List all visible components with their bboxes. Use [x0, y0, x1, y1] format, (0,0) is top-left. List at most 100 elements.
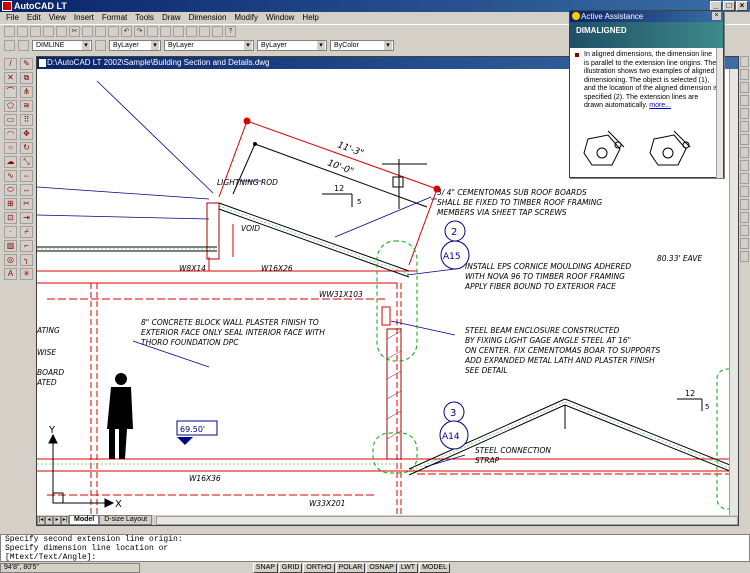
- tolerance-icon[interactable]: [740, 186, 749, 197]
- menu-edit[interactable]: Edit: [27, 12, 41, 24]
- paste-icon[interactable]: [95, 26, 106, 37]
- menu-insert[interactable]: Insert: [74, 12, 94, 24]
- fillet-icon[interactable]: ╮: [20, 254, 33, 266]
- menu-modify[interactable]: Modify: [234, 12, 258, 24]
- menu-help[interactable]: Help: [302, 12, 318, 24]
- layers-icon[interactable]: [4, 40, 15, 51]
- menu-draw[interactable]: Draw: [162, 12, 181, 24]
- menu-tools[interactable]: Tools: [135, 12, 154, 24]
- dim-linear-icon[interactable]: [740, 56, 749, 67]
- linetype-dropdown[interactable]: ByLayer: [164, 40, 254, 51]
- polar-toggle[interactable]: POLAR: [335, 563, 366, 573]
- tab-d-size-layout[interactable]: D-size Layout: [99, 515, 153, 525]
- plotstyle-dropdown[interactable]: ByColor: [330, 40, 394, 51]
- ellipse-icon[interactable]: ⬭: [4, 184, 17, 196]
- tab-last-icon[interactable]: ▸|: [61, 515, 69, 525]
- mtext-icon[interactable]: A: [4, 268, 17, 280]
- properties-icon[interactable]: [199, 26, 210, 37]
- menu-format[interactable]: Format: [102, 12, 127, 24]
- grid-toggle[interactable]: GRID: [278, 563, 303, 573]
- close-icon[interactable]: ×: [736, 1, 748, 11]
- menu-file[interactable]: File: [6, 12, 19, 24]
- hatch-icon[interactable]: ▨: [4, 240, 17, 252]
- assist-scrollbar[interactable]: [716, 48, 723, 178]
- horizontal-scrollbar[interactable]: [156, 515, 738, 525]
- osnap-toggle[interactable]: OSNAP: [366, 563, 397, 573]
- move-icon[interactable]: ✥: [20, 128, 33, 140]
- menu-view[interactable]: View: [49, 12, 66, 24]
- lineweight-dropdown[interactable]: ByLayer: [257, 40, 327, 51]
- dim-continue-icon[interactable]: [740, 160, 749, 171]
- tab-next-icon[interactable]: ▸: [53, 515, 61, 525]
- rectangle-icon[interactable]: ▭: [4, 114, 17, 126]
- dim-update-icon[interactable]: [740, 238, 749, 249]
- command-line[interactable]: Specify second extension line origin: Sp…: [0, 534, 750, 562]
- make-block-icon[interactable]: ⊡: [4, 212, 17, 224]
- rotate-icon[interactable]: ↻: [20, 142, 33, 154]
- dim-ordinate-icon[interactable]: [740, 82, 749, 93]
- dim-baseline-icon[interactable]: [740, 147, 749, 158]
- print-icon[interactable]: [43, 26, 54, 37]
- tab-first-icon[interactable]: |◂: [37, 515, 45, 525]
- layer-dropdown[interactable]: DIMLINE: [32, 40, 92, 51]
- color-dropdown[interactable]: ByLayer: [109, 40, 161, 51]
- make-object-layer-current-icon[interactable]: [18, 40, 29, 51]
- open-icon[interactable]: [17, 26, 28, 37]
- dim-edit-icon[interactable]: [740, 212, 749, 223]
- undo-icon[interactable]: ↶: [121, 26, 132, 37]
- scale-icon[interactable]: ⤡: [20, 156, 33, 168]
- layer-previous-icon[interactable]: [95, 40, 106, 51]
- menu-dimension[interactable]: Dimension: [189, 12, 227, 24]
- match-properties-icon[interactable]: [108, 26, 119, 37]
- model-toggle[interactable]: MODEL: [419, 563, 450, 573]
- redo-icon[interactable]: ↷: [134, 26, 145, 37]
- offset-icon[interactable]: ≋: [20, 100, 33, 112]
- quick-dim-icon[interactable]: [740, 134, 749, 145]
- dim-aligned-icon[interactable]: [740, 69, 749, 80]
- arc-icon[interactable]: ◠: [4, 128, 17, 140]
- break-icon[interactable]: ⌿: [20, 226, 33, 238]
- zoom-previous-icon[interactable]: [186, 26, 197, 37]
- lwt-toggle[interactable]: LWT: [397, 563, 419, 573]
- tab-model[interactable]: Model: [69, 515, 100, 525]
- snap-toggle[interactable]: SNAP: [252, 563, 278, 573]
- design-center-icon[interactable]: [212, 26, 223, 37]
- insert-block-icon[interactable]: ⊞: [4, 198, 17, 210]
- quick-leader-icon[interactable]: [740, 173, 749, 184]
- new-icon[interactable]: [4, 26, 15, 37]
- mirror-icon[interactable]: ⋔: [20, 86, 33, 98]
- save-icon[interactable]: [30, 26, 41, 37]
- preview-icon[interactable]: [56, 26, 67, 37]
- dim-radius-icon[interactable]: [740, 95, 749, 106]
- trim-icon[interactable]: ✂: [20, 198, 33, 210]
- zoom-icon[interactable]: [160, 26, 171, 37]
- dim-angular-icon[interactable]: [740, 121, 749, 132]
- lengthen-icon[interactable]: ↔: [20, 184, 33, 196]
- point-icon[interactable]: ·: [4, 226, 17, 238]
- tab-prev-icon[interactable]: ◂: [45, 515, 53, 525]
- revcloud-icon[interactable]: ☁: [4, 156, 17, 168]
- command-prompt[interactable]: [Mtext/Text/Angle]:: [5, 553, 749, 562]
- ortho-toggle[interactable]: ORTHO: [303, 563, 335, 573]
- dim-diameter-icon[interactable]: [740, 108, 749, 119]
- coordinate-display[interactable]: 94'8", 80'5": [0, 563, 140, 573]
- cut-icon[interactable]: ✂: [69, 26, 80, 37]
- erase-icon[interactable]: ✎: [20, 58, 33, 70]
- polygon-icon[interactable]: ⬠: [4, 100, 17, 112]
- vertical-scrollbar[interactable]: [729, 69, 738, 515]
- copy-icon[interactable]: [82, 26, 93, 37]
- stretch-icon[interactable]: ⇔: [20, 170, 33, 182]
- chamfer-icon[interactable]: ⌐: [20, 240, 33, 252]
- pan-icon[interactable]: [147, 26, 158, 37]
- assist-more-link[interactable]: more...: [649, 102, 671, 109]
- explode-icon[interactable]: ✳: [20, 268, 33, 280]
- help-icon[interactable]: ?: [225, 26, 236, 37]
- polyline-icon[interactable]: ⌒: [4, 86, 17, 98]
- zoom-window-icon[interactable]: [173, 26, 184, 37]
- assist-close-icon[interactable]: ×: [712, 12, 721, 20]
- construction-line-icon[interactable]: ✕: [4, 72, 17, 84]
- menu-window[interactable]: Window: [266, 12, 294, 24]
- extend-icon[interactable]: ⇥: [20, 212, 33, 224]
- dim-text-edit-icon[interactable]: [740, 225, 749, 236]
- center-mark-icon[interactable]: [740, 199, 749, 210]
